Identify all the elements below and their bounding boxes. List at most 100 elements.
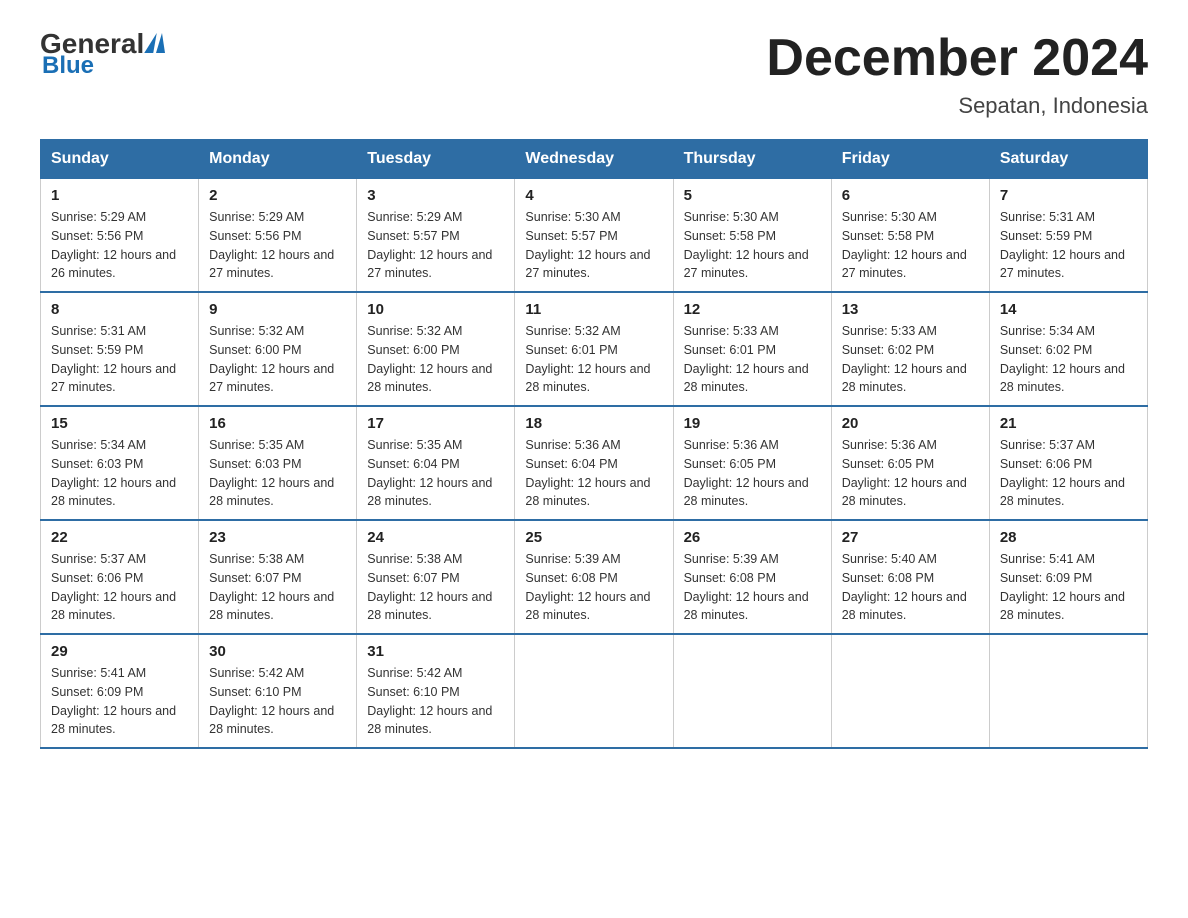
day-number: 23 [209,529,346,546]
day-info: Sunrise: 5:29 AMSunset: 5:56 PMDaylight:… [209,210,334,280]
calendar-cell [673,634,831,748]
weekday-header-saturday: Saturday [989,140,1147,179]
day-number: 26 [684,529,821,546]
day-info: Sunrise: 5:35 AMSunset: 6:03 PMDaylight:… [209,438,334,508]
day-info: Sunrise: 5:39 AMSunset: 6:08 PMDaylight:… [684,552,809,622]
calendar-cell: 7 Sunrise: 5:31 AMSunset: 5:59 PMDayligh… [989,179,1147,293]
day-info: Sunrise: 5:29 AMSunset: 5:57 PMDaylight:… [367,210,492,280]
day-info: Sunrise: 5:41 AMSunset: 6:09 PMDaylight:… [1000,552,1125,622]
day-number: 22 [51,529,188,546]
weekday-header-wednesday: Wednesday [515,140,673,179]
calendar-cell: 18 Sunrise: 5:36 AMSunset: 6:04 PMDaylig… [515,406,673,520]
day-info: Sunrise: 5:41 AMSunset: 6:09 PMDaylight:… [51,666,176,736]
calendar-cell: 1 Sunrise: 5:29 AMSunset: 5:56 PMDayligh… [41,179,199,293]
day-info: Sunrise: 5:35 AMSunset: 6:04 PMDaylight:… [367,438,492,508]
day-info: Sunrise: 5:40 AMSunset: 6:08 PMDaylight:… [842,552,967,622]
page-subtitle: Sepatan, Indonesia [766,93,1148,119]
day-info: Sunrise: 5:42 AMSunset: 6:10 PMDaylight:… [367,666,492,736]
calendar-row-2: 8 Sunrise: 5:31 AMSunset: 5:59 PMDayligh… [41,292,1148,406]
day-info: Sunrise: 5:34 AMSunset: 6:02 PMDaylight:… [1000,324,1125,394]
calendar-row-1: 1 Sunrise: 5:29 AMSunset: 5:56 PMDayligh… [41,179,1148,293]
calendar-cell: 25 Sunrise: 5:39 AMSunset: 6:08 PMDaylig… [515,520,673,634]
day-info: Sunrise: 5:38 AMSunset: 6:07 PMDaylight:… [209,552,334,622]
weekday-header-friday: Friday [831,140,989,179]
day-info: Sunrise: 5:37 AMSunset: 6:06 PMDaylight:… [1000,438,1125,508]
calendar-cell [989,634,1147,748]
day-number: 2 [209,187,346,204]
day-number: 11 [525,301,662,318]
calendar-cell: 8 Sunrise: 5:31 AMSunset: 5:59 PMDayligh… [41,292,199,406]
calendar-cell: 28 Sunrise: 5:41 AMSunset: 6:09 PMDaylig… [989,520,1147,634]
day-number: 12 [684,301,821,318]
day-info: Sunrise: 5:34 AMSunset: 6:03 PMDaylight:… [51,438,176,508]
calendar-cell: 10 Sunrise: 5:32 AMSunset: 6:00 PMDaylig… [357,292,515,406]
calendar-cell: 23 Sunrise: 5:38 AMSunset: 6:07 PMDaylig… [199,520,357,634]
day-number: 28 [1000,529,1137,546]
day-info: Sunrise: 5:31 AMSunset: 5:59 PMDaylight:… [1000,210,1125,280]
day-number: 25 [525,529,662,546]
day-number: 30 [209,643,346,660]
calendar-cell: 31 Sunrise: 5:42 AMSunset: 6:10 PMDaylig… [357,634,515,748]
day-number: 8 [51,301,188,318]
calendar-cell [515,634,673,748]
page-title: December 2024 [766,30,1148,87]
day-number: 6 [842,187,979,204]
day-number: 15 [51,415,188,432]
day-number: 14 [1000,301,1137,318]
day-number: 29 [51,643,188,660]
calendar-row-5: 29 Sunrise: 5:41 AMSunset: 6:09 PMDaylig… [41,634,1148,748]
day-info: Sunrise: 5:36 AMSunset: 6:05 PMDaylight:… [842,438,967,508]
day-number: 27 [842,529,979,546]
day-info: Sunrise: 5:30 AMSunset: 5:58 PMDaylight:… [684,210,809,280]
day-info: Sunrise: 5:42 AMSunset: 6:10 PMDaylight:… [209,666,334,736]
day-number: 7 [1000,187,1137,204]
day-info: Sunrise: 5:37 AMSunset: 6:06 PMDaylight:… [51,552,176,622]
day-number: 19 [684,415,821,432]
calendar-cell: 4 Sunrise: 5:30 AMSunset: 5:57 PMDayligh… [515,179,673,293]
calendar-table: SundayMondayTuesdayWednesdayThursdayFrid… [40,139,1148,749]
day-number: 13 [842,301,979,318]
day-number: 18 [525,415,662,432]
day-info: Sunrise: 5:32 AMSunset: 6:01 PMDaylight:… [525,324,650,394]
calendar-row-4: 22 Sunrise: 5:37 AMSunset: 6:06 PMDaylig… [41,520,1148,634]
calendar-cell: 15 Sunrise: 5:34 AMSunset: 6:03 PMDaylig… [41,406,199,520]
day-number: 20 [842,415,979,432]
calendar-cell: 14 Sunrise: 5:34 AMSunset: 6:02 PMDaylig… [989,292,1147,406]
calendar-cell: 20 Sunrise: 5:36 AMSunset: 6:05 PMDaylig… [831,406,989,520]
page-header: General Blue December 2024 Sepatan, Indo… [40,30,1148,119]
calendar-cell: 21 Sunrise: 5:37 AMSunset: 6:06 PMDaylig… [989,406,1147,520]
calendar-cell: 29 Sunrise: 5:41 AMSunset: 6:09 PMDaylig… [41,634,199,748]
day-number: 24 [367,529,504,546]
calendar-cell: 2 Sunrise: 5:29 AMSunset: 5:56 PMDayligh… [199,179,357,293]
calendar-cell: 5 Sunrise: 5:30 AMSunset: 5:58 PMDayligh… [673,179,831,293]
calendar-cell: 26 Sunrise: 5:39 AMSunset: 6:08 PMDaylig… [673,520,831,634]
day-number: 9 [209,301,346,318]
day-info: Sunrise: 5:30 AMSunset: 5:57 PMDaylight:… [525,210,650,280]
day-info: Sunrise: 5:39 AMSunset: 6:08 PMDaylight:… [525,552,650,622]
day-info: Sunrise: 5:36 AMSunset: 6:05 PMDaylight:… [684,438,809,508]
logo-blue-label: Blue [42,54,165,78]
day-number: 17 [367,415,504,432]
weekday-header-sunday: Sunday [41,140,199,179]
calendar-row-3: 15 Sunrise: 5:34 AMSunset: 6:03 PMDaylig… [41,406,1148,520]
calendar-cell: 30 Sunrise: 5:42 AMSunset: 6:10 PMDaylig… [199,634,357,748]
day-number: 16 [209,415,346,432]
calendar-cell: 12 Sunrise: 5:33 AMSunset: 6:01 PMDaylig… [673,292,831,406]
calendar-cell: 24 Sunrise: 5:38 AMSunset: 6:07 PMDaylig… [357,520,515,634]
day-info: Sunrise: 5:31 AMSunset: 5:59 PMDaylight:… [51,324,176,394]
calendar-cell: 9 Sunrise: 5:32 AMSunset: 6:00 PMDayligh… [199,292,357,406]
day-info: Sunrise: 5:32 AMSunset: 6:00 PMDaylight:… [209,324,334,394]
day-number: 4 [525,187,662,204]
weekday-header-row: SundayMondayTuesdayWednesdayThursdayFrid… [41,140,1148,179]
day-info: Sunrise: 5:32 AMSunset: 6:00 PMDaylight:… [367,324,492,394]
day-number: 10 [367,301,504,318]
calendar-cell: 17 Sunrise: 5:35 AMSunset: 6:04 PMDaylig… [357,406,515,520]
calendar-cell: 27 Sunrise: 5:40 AMSunset: 6:08 PMDaylig… [831,520,989,634]
day-number: 31 [367,643,504,660]
day-number: 21 [1000,415,1137,432]
weekday-header-thursday: Thursday [673,140,831,179]
calendar-cell: 16 Sunrise: 5:35 AMSunset: 6:03 PMDaylig… [199,406,357,520]
title-area: December 2024 Sepatan, Indonesia [766,30,1148,119]
calendar-cell: 19 Sunrise: 5:36 AMSunset: 6:05 PMDaylig… [673,406,831,520]
day-number: 5 [684,187,821,204]
